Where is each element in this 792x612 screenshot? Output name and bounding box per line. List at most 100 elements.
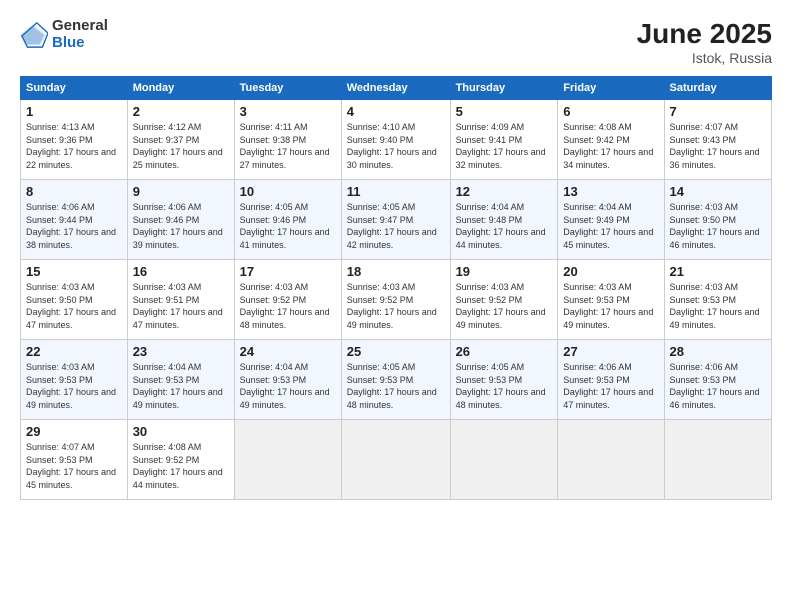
day-detail: Sunrise: 4:03 AMSunset: 9:50 PMDaylight:…	[26, 282, 116, 330]
day-number: 23	[133, 344, 229, 359]
day-detail: Sunrise: 4:03 AMSunset: 9:52 PMDaylight:…	[240, 282, 330, 330]
day-detail: Sunrise: 4:04 AMSunset: 9:53 PMDaylight:…	[240, 362, 330, 410]
col-thursday: Thursday	[450, 77, 558, 100]
day-detail: Sunrise: 4:06 AMSunset: 9:53 PMDaylight:…	[670, 362, 760, 410]
calendar-cell: 22 Sunrise: 4:03 AMSunset: 9:53 PMDaylig…	[21, 340, 128, 420]
week-row-2: 8 Sunrise: 4:06 AMSunset: 9:44 PMDayligh…	[21, 180, 772, 260]
title-area: June 2025 Istok, Russia	[637, 18, 772, 66]
logo-icon	[20, 21, 48, 49]
calendar-cell	[234, 420, 341, 500]
calendar-cell: 29 Sunrise: 4:07 AMSunset: 9:53 PMDaylig…	[21, 420, 128, 500]
header: General Blue June 2025 Istok, Russia	[20, 18, 772, 66]
calendar-cell: 4 Sunrise: 4:10 AMSunset: 9:40 PMDayligh…	[341, 100, 450, 180]
day-number: 6	[563, 104, 658, 119]
calendar-cell: 8 Sunrise: 4:06 AMSunset: 9:44 PMDayligh…	[21, 180, 128, 260]
calendar-cell	[664, 420, 772, 500]
day-detail: Sunrise: 4:04 AMSunset: 9:49 PMDaylight:…	[563, 202, 653, 250]
col-wednesday: Wednesday	[341, 77, 450, 100]
calendar-cell: 16 Sunrise: 4:03 AMSunset: 9:51 PMDaylig…	[127, 260, 234, 340]
day-detail: Sunrise: 4:08 AMSunset: 9:52 PMDaylight:…	[133, 442, 223, 490]
day-detail: Sunrise: 4:11 AMSunset: 9:38 PMDaylight:…	[240, 122, 330, 170]
page: General Blue June 2025 Istok, Russia Sun…	[0, 0, 792, 612]
day-detail: Sunrise: 4:06 AMSunset: 9:44 PMDaylight:…	[26, 202, 116, 250]
calendar-cell: 10 Sunrise: 4:05 AMSunset: 9:46 PMDaylig…	[234, 180, 341, 260]
day-number: 9	[133, 184, 229, 199]
day-detail: Sunrise: 4:07 AMSunset: 9:53 PMDaylight:…	[26, 442, 116, 490]
day-number: 21	[670, 264, 767, 279]
week-row-3: 15 Sunrise: 4:03 AMSunset: 9:50 PMDaylig…	[21, 260, 772, 340]
day-detail: Sunrise: 4:06 AMSunset: 9:53 PMDaylight:…	[563, 362, 653, 410]
day-number: 18	[347, 264, 445, 279]
logo-text: General Blue	[52, 18, 108, 51]
calendar-cell	[341, 420, 450, 500]
col-monday: Monday	[127, 77, 234, 100]
calendar-cell: 26 Sunrise: 4:05 AMSunset: 9:53 PMDaylig…	[450, 340, 558, 420]
calendar-cell: 7 Sunrise: 4:07 AMSunset: 9:43 PMDayligh…	[664, 100, 772, 180]
day-number: 5	[456, 104, 553, 119]
col-friday: Friday	[558, 77, 664, 100]
day-number: 1	[26, 104, 122, 119]
day-detail: Sunrise: 4:07 AMSunset: 9:43 PMDaylight:…	[670, 122, 760, 170]
day-number: 15	[26, 264, 122, 279]
day-detail: Sunrise: 4:05 AMSunset: 9:53 PMDaylight:…	[456, 362, 546, 410]
day-detail: Sunrise: 4:03 AMSunset: 9:51 PMDaylight:…	[133, 282, 223, 330]
day-detail: Sunrise: 4:03 AMSunset: 9:52 PMDaylight:…	[456, 282, 546, 330]
calendar-cell: 3 Sunrise: 4:11 AMSunset: 9:38 PMDayligh…	[234, 100, 341, 180]
calendar-cell: 25 Sunrise: 4:05 AMSunset: 9:53 PMDaylig…	[341, 340, 450, 420]
col-tuesday: Tuesday	[234, 77, 341, 100]
day-detail: Sunrise: 4:03 AMSunset: 9:53 PMDaylight:…	[670, 282, 760, 330]
calendar-cell: 9 Sunrise: 4:06 AMSunset: 9:46 PMDayligh…	[127, 180, 234, 260]
calendar-cell: 23 Sunrise: 4:04 AMSunset: 9:53 PMDaylig…	[127, 340, 234, 420]
day-detail: Sunrise: 4:05 AMSunset: 9:53 PMDaylight:…	[347, 362, 437, 410]
header-row: Sunday Monday Tuesday Wednesday Thursday…	[21, 77, 772, 100]
calendar-cell: 12 Sunrise: 4:04 AMSunset: 9:48 PMDaylig…	[450, 180, 558, 260]
day-detail: Sunrise: 4:04 AMSunset: 9:53 PMDaylight:…	[133, 362, 223, 410]
day-number: 17	[240, 264, 336, 279]
calendar-cell: 13 Sunrise: 4:04 AMSunset: 9:49 PMDaylig…	[558, 180, 664, 260]
day-number: 16	[133, 264, 229, 279]
day-number: 24	[240, 344, 336, 359]
calendar-cell: 24 Sunrise: 4:04 AMSunset: 9:53 PMDaylig…	[234, 340, 341, 420]
calendar-cell: 19 Sunrise: 4:03 AMSunset: 9:52 PMDaylig…	[450, 260, 558, 340]
day-detail: Sunrise: 4:10 AMSunset: 9:40 PMDaylight:…	[347, 122, 437, 170]
day-detail: Sunrise: 4:03 AMSunset: 9:53 PMDaylight:…	[563, 282, 653, 330]
calendar-cell: 17 Sunrise: 4:03 AMSunset: 9:52 PMDaylig…	[234, 260, 341, 340]
day-detail: Sunrise: 4:04 AMSunset: 9:48 PMDaylight:…	[456, 202, 546, 250]
col-saturday: Saturday	[664, 77, 772, 100]
day-detail: Sunrise: 4:05 AMSunset: 9:46 PMDaylight:…	[240, 202, 330, 250]
day-number: 20	[563, 264, 658, 279]
calendar-cell: 27 Sunrise: 4:06 AMSunset: 9:53 PMDaylig…	[558, 340, 664, 420]
day-detail: Sunrise: 4:05 AMSunset: 9:47 PMDaylight:…	[347, 202, 437, 250]
day-detail: Sunrise: 4:09 AMSunset: 9:41 PMDaylight:…	[456, 122, 546, 170]
day-number: 7	[670, 104, 767, 119]
day-number: 25	[347, 344, 445, 359]
day-detail: Sunrise: 4:12 AMSunset: 9:37 PMDaylight:…	[133, 122, 223, 170]
day-number: 22	[26, 344, 122, 359]
day-detail: Sunrise: 4:13 AMSunset: 9:36 PMDaylight:…	[26, 122, 116, 170]
calendar-cell: 18 Sunrise: 4:03 AMSunset: 9:52 PMDaylig…	[341, 260, 450, 340]
calendar-table: Sunday Monday Tuesday Wednesday Thursday…	[20, 76, 772, 500]
col-sunday: Sunday	[21, 77, 128, 100]
logo: General Blue	[20, 18, 108, 51]
week-row-4: 22 Sunrise: 4:03 AMSunset: 9:53 PMDaylig…	[21, 340, 772, 420]
day-number: 27	[563, 344, 658, 359]
day-number: 3	[240, 104, 336, 119]
day-number: 13	[563, 184, 658, 199]
day-number: 19	[456, 264, 553, 279]
calendar-cell	[450, 420, 558, 500]
day-number: 4	[347, 104, 445, 119]
day-number: 28	[670, 344, 767, 359]
day-number: 26	[456, 344, 553, 359]
calendar-cell: 1 Sunrise: 4:13 AMSunset: 9:36 PMDayligh…	[21, 100, 128, 180]
day-number: 8	[26, 184, 122, 199]
day-number: 30	[133, 424, 229, 439]
calendar-cell	[558, 420, 664, 500]
week-row-5: 29 Sunrise: 4:07 AMSunset: 9:53 PMDaylig…	[21, 420, 772, 500]
month-title: June 2025	[637, 18, 772, 50]
calendar-cell: 21 Sunrise: 4:03 AMSunset: 9:53 PMDaylig…	[664, 260, 772, 340]
logo-blue-text: Blue	[52, 35, 108, 52]
calendar-cell: 6 Sunrise: 4:08 AMSunset: 9:42 PMDayligh…	[558, 100, 664, 180]
calendar-cell: 20 Sunrise: 4:03 AMSunset: 9:53 PMDaylig…	[558, 260, 664, 340]
calendar-cell: 2 Sunrise: 4:12 AMSunset: 9:37 PMDayligh…	[127, 100, 234, 180]
day-number: 11	[347, 184, 445, 199]
